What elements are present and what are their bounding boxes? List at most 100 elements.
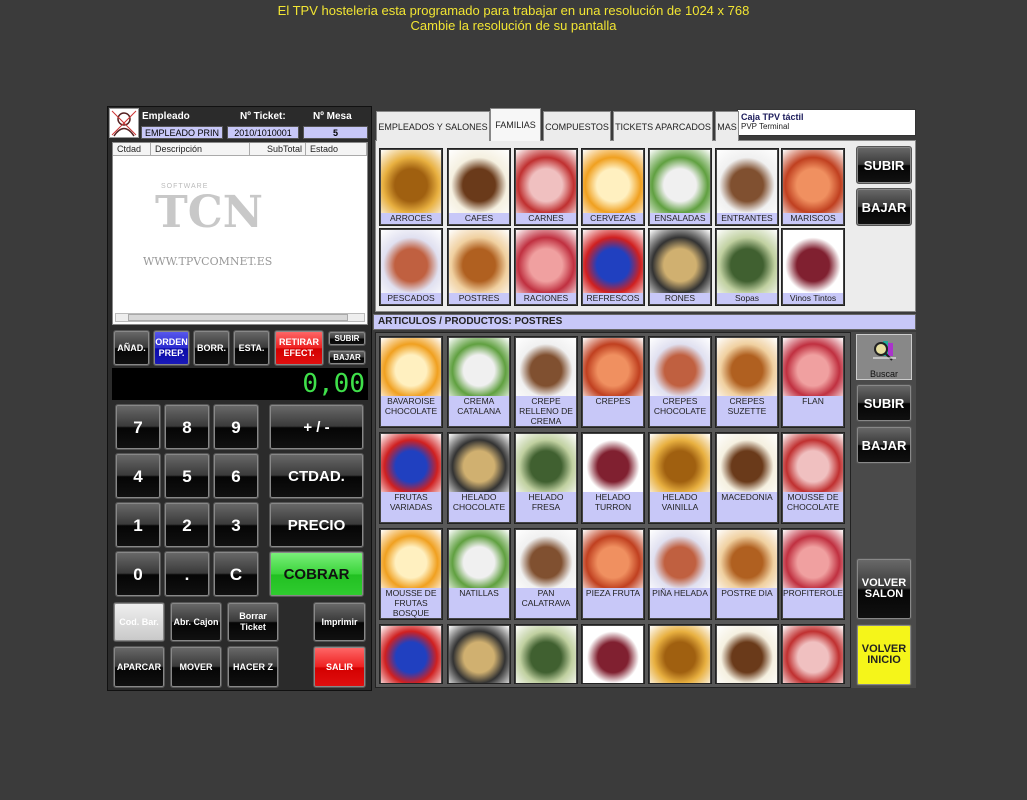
product-tile[interactable]: PIEZA FRUTA <box>581 528 645 620</box>
move-button[interactable]: MOVER <box>170 646 222 688</box>
family-tile[interactable]: CARNES <box>514 148 578 226</box>
product-tile[interactable]: CREPE RELLENO DE CREMA <box>514 336 578 428</box>
family-tile-label: REFRESCOS <box>583 293 643 304</box>
price-button[interactable]: PRECIO <box>269 502 364 548</box>
search-button[interactable]: Buscar <box>856 334 912 380</box>
family-tile[interactable]: CAFES <box>447 148 511 226</box>
add-button[interactable]: AÑAD. <box>113 330 150 366</box>
product-tile[interactable]: HELADO TURRON <box>581 432 645 524</box>
product-tile-label: HELADO FRESA <box>516 492 576 522</box>
product-tile[interactable]: CREMA CATALANA <box>447 336 511 428</box>
key-8[interactable]: 8 <box>164 404 210 450</box>
horizontal-scrollbar[interactable] <box>115 313 365 322</box>
product-tile[interactable] <box>715 624 779 684</box>
line-down-button[interactable]: BAJAR <box>328 350 366 365</box>
product-tile[interactable]: CREPES SUZETTE <box>715 336 779 428</box>
product-tile[interactable]: CREPES CHOCOLATE <box>648 336 712 428</box>
key-9[interactable]: 9 <box>213 404 259 450</box>
delete-line-button[interactable]: BORR. <box>193 330 230 366</box>
key-7[interactable]: 7 <box>115 404 161 450</box>
plus-minus-button[interactable]: + / - <box>269 404 364 450</box>
product-tile-image <box>449 626 509 683</box>
product-tile-label: NATILLAS <box>449 588 509 618</box>
family-tile[interactable]: ARROCES <box>379 148 443 226</box>
product-tile[interactable]: PIÑA HELADA <box>648 528 712 620</box>
ticket-number: 2010/1010001 <box>227 126 299 139</box>
product-tile[interactable]: HELADO CHOCOLATE <box>447 432 511 524</box>
product-tile[interactable] <box>514 624 578 684</box>
z-report-button[interactable]: HACER Z <box>227 646 279 688</box>
park-button[interactable]: APARCAR <box>113 646 165 688</box>
product-tile[interactable]: MOUSSE DE CHOCOLATE <box>781 432 845 524</box>
charge-button[interactable]: COBRAR <box>269 551 364 597</box>
ticket-lines-list[interactable]: Ctdad Descripción SubTotal Estado SOFTWA… <box>112 142 368 325</box>
barcode-button[interactable]: Cod. Bar. <box>113 602 165 642</box>
product-tile[interactable]: BAVAROISE CHOCOLATE <box>379 336 443 428</box>
product-tile[interactable]: POSTRE DIA <box>715 528 779 620</box>
product-tile[interactable]: PROFITEROLES <box>781 528 845 620</box>
product-tile[interactable]: MOUSSE DE FRUTAS BOSQUE <box>379 528 443 620</box>
family-tile[interactable]: ENTRANTES <box>715 148 779 226</box>
product-tile-image <box>650 338 710 397</box>
product-tile[interactable]: FLAN <box>781 336 845 428</box>
product-tile[interactable]: CREPES <box>581 336 645 428</box>
product-tile[interactable]: FRUTAS VARIADAS <box>379 432 443 524</box>
key-c[interactable]: C <box>213 551 259 597</box>
print-button[interactable]: Imprimir <box>313 602 366 642</box>
family-tile[interactable]: REFRESCOS <box>581 228 645 306</box>
family-tile-label: CERVEZAS <box>583 213 643 224</box>
table-number[interactable]: 5 <box>303 126 368 139</box>
family-tile[interactable]: PESCADOS <box>379 228 443 306</box>
key-6[interactable]: 6 <box>213 453 259 499</box>
tab-familias[interactable]: FAMILIAS <box>490 108 541 141</box>
family-tile[interactable]: Vinos Tintos <box>781 228 845 306</box>
family-tile-label: ENTRANTES <box>717 213 777 224</box>
family-tile[interactable]: RACIONES <box>514 228 578 306</box>
key-1[interactable]: 1 <box>115 502 161 548</box>
tab-compuestos[interactable]: COMPUESTOS <box>543 111 611 141</box>
products-down-button[interactable]: BAJAR <box>856 426 912 464</box>
key-2[interactable]: 2 <box>164 502 210 548</box>
col-status: Estado <box>306 143 367 156</box>
product-tile[interactable] <box>379 624 443 684</box>
product-tile[interactable] <box>447 624 511 684</box>
back-to-room-button[interactable]: VOLVER SALON <box>856 558 912 620</box>
product-tile[interactable]: PAN CALATRAVA <box>514 528 578 620</box>
order-prep-button[interactable]: ORDEN PREP. <box>153 330 190 366</box>
status-button[interactable]: ESTA. <box>233 330 270 366</box>
family-tile[interactable]: ENSALADAS <box>648 148 712 226</box>
key-4[interactable]: 4 <box>115 453 161 499</box>
withdraw-cash-button[interactable]: RETIRAR EFECT. <box>274 330 324 366</box>
tab-mas[interactable]: MAS <box>715 111 739 141</box>
family-tile-image <box>783 150 843 214</box>
key-5[interactable]: 5 <box>164 453 210 499</box>
quantity-button[interactable]: CTDAD. <box>269 453 364 499</box>
delete-ticket-button[interactable]: Borrar Ticket <box>227 602 279 642</box>
product-tile[interactable]: HELADO VAINILLA <box>648 432 712 524</box>
product-tile[interactable]: HELADO FRESA <box>514 432 578 524</box>
tab-empleados-y-salones[interactable]: EMPLEADOS Y SALONES <box>376 111 490 141</box>
product-tile[interactable]: MACEDONIA <box>715 432 779 524</box>
products-up-button[interactable]: SUBIR <box>856 384 912 422</box>
families-up-button[interactable]: SUBIR <box>856 146 912 184</box>
family-tile[interactable]: MARISCOS <box>781 148 845 226</box>
exit-button[interactable]: SALIR <box>313 646 366 688</box>
families-down-button[interactable]: BAJAR <box>856 188 912 226</box>
product-tile-image <box>783 338 843 397</box>
family-tile[interactable]: CERVEZAS <box>581 148 645 226</box>
key-0[interactable]: 0 <box>115 551 161 597</box>
family-tile[interactable]: Sopas <box>715 228 779 306</box>
open-drawer-button[interactable]: Abr. Cajon <box>170 602 222 642</box>
family-tile[interactable]: POSTRES <box>447 228 511 306</box>
key-dot[interactable]: . <box>164 551 210 597</box>
key-3[interactable]: 3 <box>213 502 259 548</box>
product-tile[interactable] <box>781 624 845 684</box>
tab-tickets-aparcados[interactable]: TICKETS APARCADOS <box>613 111 713 141</box>
product-tile[interactable]: NATILLAS <box>447 528 511 620</box>
line-up-button[interactable]: SUBIR <box>328 331 366 346</box>
back-to-home-button[interactable]: VOLVER INICIO <box>856 624 912 686</box>
family-tile[interactable]: RONES <box>648 228 712 306</box>
employee-value[interactable]: EMPLEADO PRIN <box>141 126 223 139</box>
product-tile[interactable] <box>648 624 712 684</box>
product-tile[interactable] <box>581 624 645 684</box>
